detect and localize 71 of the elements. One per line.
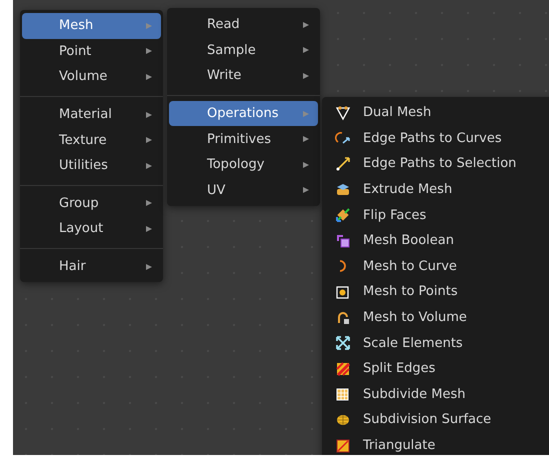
item-label: Subdivision Surface: [363, 412, 492, 428]
item-label: Layout: [59, 221, 104, 236]
item-label: Texture: [59, 132, 108, 148]
menu-item[interactable]: Mesh to Volume: [324, 304, 549, 330]
menu-item[interactable]: Edge Paths to Selection: [324, 151, 549, 177]
menu-item[interactable]: Mesh to Curve: [324, 254, 549, 280]
item-label: Mesh: [59, 18, 94, 34]
item-label: Material: [59, 107, 113, 122]
arrow-icon: [335, 156, 351, 172]
item-label: Triangulate: [363, 438, 436, 454]
menu-item[interactable]: Subdivide Mesh: [324, 382, 549, 408]
item-label: Edge Paths to Selection: [363, 156, 518, 172]
item-label: Hair: [59, 259, 87, 274]
menu-item[interactable]: Dual Mesh: [324, 100, 549, 126]
menu-item[interactable]: Point: [22, 38, 161, 64]
item-label: Utilities: [59, 158, 109, 174]
item-label: Write: [207, 68, 242, 84]
menu-item[interactable]: Texture: [22, 127, 161, 153]
item-label: Edge Paths to Curves: [363, 130, 503, 146]
menu-item[interactable]: Volume: [22, 64, 161, 90]
item-label: Group: [59, 196, 100, 211]
menu-item[interactable]: Operations: [169, 100, 318, 126]
item-label: Volume: [59, 69, 108, 84]
item-label: Mesh Boolean: [363, 233, 455, 248]
item-label: Operations: [207, 106, 280, 122]
menu-item[interactable]: Mesh: [22, 13, 161, 39]
menu-item[interactable]: Primitives: [169, 126, 318, 152]
item-label: Subdivide Mesh: [363, 386, 467, 402]
item-label: Mesh to Volume: [363, 310, 468, 326]
scale-arrows-icon: [335, 335, 351, 352]
menu-item[interactable]: Flip Faces: [324, 202, 549, 228]
item-label: Sample: [207, 42, 257, 58]
menu-item[interactable]: Edge Paths to Curves: [324, 126, 549, 152]
menu-item[interactable]: Hair: [22, 254, 161, 280]
grid-cube-icon: [335, 386, 351, 402]
menu-item[interactable]: Material: [22, 102, 161, 128]
menu-item[interactable]: Sample: [169, 38, 318, 64]
item-label: Read: [207, 17, 241, 32]
item-label: Point: [59, 44, 92, 59]
menu-item[interactable]: Mesh Boolean: [324, 228, 549, 254]
striped-square-icon: [335, 360, 351, 377]
curve-arrow-icon: [335, 130, 351, 146]
triangle-square-icon: [335, 438, 351, 454]
menu-item[interactable]: Triangulate: [324, 432, 549, 455]
menu-item[interactable]: Topology: [169, 152, 318, 178]
item-label: Extrude Mesh: [363, 182, 454, 198]
menu-item[interactable]: Subdivision Surface: [324, 407, 549, 433]
item-label: Primitives: [207, 132, 272, 147]
item-label: Mesh to Points: [363, 284, 459, 300]
item-label: Dual Mesh: [363, 105, 432, 120]
item-label: Mesh to Curve: [363, 258, 458, 274]
menu-item[interactable]: Utilities: [22, 152, 161, 179]
menu-item[interactable]: Write: [169, 63, 318, 89]
menu-item[interactable]: Scale Elements: [324, 330, 549, 356]
item-label: Split Edges: [363, 361, 436, 376]
item-label: UV: [207, 182, 226, 198]
overlapping-squares-icon: [335, 232, 351, 249]
item-label: Topology: [207, 157, 266, 172]
menu-item[interactable]: Extrude Mesh: [324, 176, 549, 202]
menu-item[interactable]: Group: [22, 190, 161, 216]
menu-item[interactable]: Layout: [22, 216, 161, 242]
double-arrow-icon: [335, 207, 351, 224]
cube-point-icon: [335, 284, 351, 300]
layered-cube-icon: [335, 182, 351, 198]
menu-item[interactable]: UV: [169, 178, 318, 204]
item-label: Scale Elements: [363, 336, 464, 351]
menu-item[interactable]: Mesh to Points: [324, 279, 549, 305]
item-label: Flip Faces: [363, 208, 428, 223]
menu-item[interactable]: Split Edges: [324, 356, 549, 382]
dual-mesh-icon: [335, 104, 351, 121]
menu-item[interactable]: Read: [169, 12, 318, 38]
